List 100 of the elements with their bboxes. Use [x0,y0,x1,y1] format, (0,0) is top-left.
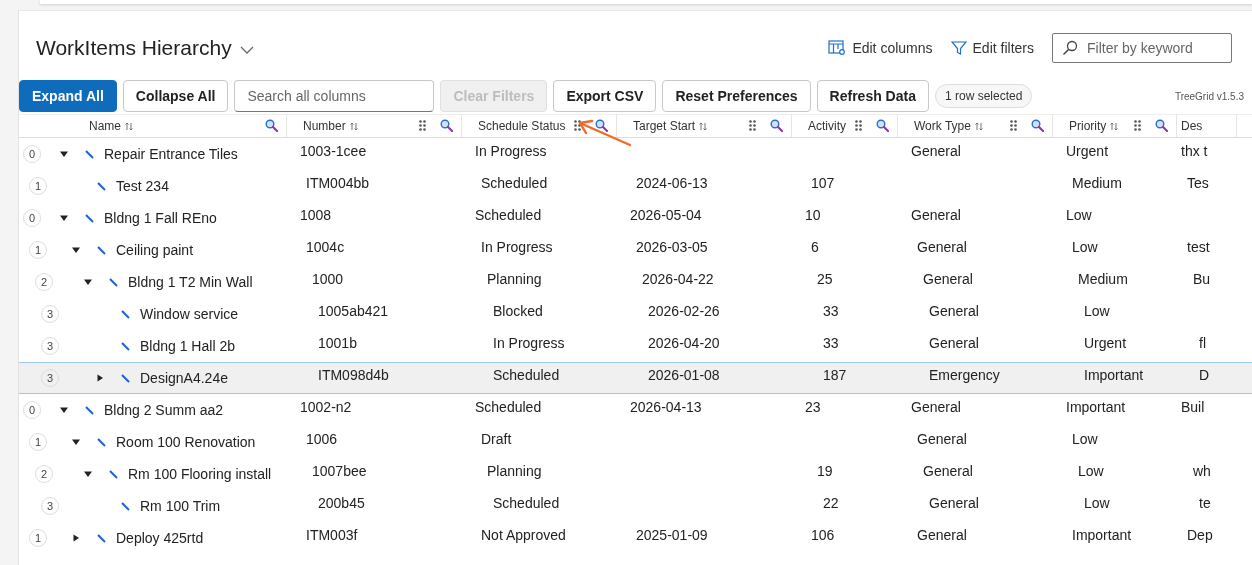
table-cell: Scheduled [481,175,548,191]
pencil-icon[interactable] [97,437,106,447]
search-icon[interactable] [265,119,278,132]
table-cell: test [1187,239,1210,255]
chevron-down-icon[interactable] [239,45,254,55]
pencil-icon[interactable] [85,213,94,223]
pencil-icon[interactable] [97,245,106,255]
table-cell: ITM004bb [306,175,370,191]
column-header[interactable]: Des [1181,119,1203,133]
table-cell: General [911,399,961,415]
edit-filters-button[interactable]: Edit filters [950,40,1034,56]
column-header[interactable]: Target Start [633,119,696,133]
table-cell: 1000 [312,271,344,287]
table-cell: Low [1084,495,1110,511]
table-cell: General [923,271,973,287]
pencil-icon[interactable] [85,149,94,159]
column-header[interactable]: Number [303,119,346,133]
table-cell: General [929,303,979,319]
table-cell: 6 [811,239,819,255]
keyword-filter-field[interactable]: Filter by keyword [1052,33,1232,63]
name-cell: Window service [140,306,239,322]
caret-down-icon[interactable] [83,277,93,287]
column-header[interactable]: Work Type [914,119,971,133]
name-cell: Repair Entrance Tiles [104,146,238,162]
search-icon[interactable] [1031,119,1044,132]
table-cell: 1007bee [312,463,367,479]
drag-handle-icon[interactable] [1134,120,1141,131]
table-cell: 2026-03-05 [636,239,708,255]
table-cell: Urgent [1084,335,1127,351]
caret-down-icon[interactable] [59,405,69,415]
column-header[interactable]: Schedule Status [478,119,566,133]
search-icon[interactable] [876,119,889,132]
table-cell: 2026-04-20 [648,335,720,351]
table-cell: 200b45 [318,495,365,511]
selection-count-badge: 1 row selected [934,84,1033,108]
table-cell: ITM003f [306,527,358,543]
table-cell: General [929,335,979,351]
drag-handle-icon[interactable] [419,120,426,131]
drag-handle-icon[interactable] [749,120,756,131]
table-cell: Low [1066,207,1092,223]
search-icon[interactable] [770,119,783,132]
pencil-icon[interactable] [85,405,94,415]
name-cell: Test 234 [116,178,169,194]
caret-down-icon[interactable] [59,149,69,159]
search-field[interactable]: Search all columns [234,80,435,112]
table-cell: In Progress [493,335,565,351]
pencil-icon[interactable] [121,309,130,319]
table-cell: 1008 [300,207,332,223]
table-cell: General [917,527,967,543]
pencil-icon[interactable] [97,181,106,191]
table-cell: 33 [823,335,839,351]
drag-handle-icon[interactable] [855,120,862,131]
version-label: TreeGrid v1.5.3 [1174,90,1244,102]
toolbar-button[interactable]: Collapse All [122,80,229,112]
sort-icon[interactable] [349,121,358,131]
column-header[interactable]: Priority [1069,119,1107,133]
pencil-icon[interactable] [121,341,130,351]
sort-icon[interactable] [699,121,708,131]
table-cell: 23 [805,399,821,415]
caret-down-icon[interactable] [59,213,69,223]
column-header[interactable]: Activity [808,119,846,133]
pencil-icon[interactable] [97,533,106,543]
search-icon[interactable] [440,119,453,132]
drag-handle-icon[interactable] [574,120,581,131]
pencil-icon[interactable] [109,469,118,479]
table-cell: 22 [823,495,839,511]
toolbar-button[interactable]: Refresh Data [816,80,929,112]
caret-down-icon[interactable] [71,245,81,255]
sort-icon[interactable] [974,121,983,131]
column-header[interactable]: Name [89,119,121,133]
caret-right-icon[interactable] [95,373,105,383]
name-cell: Bldng 1 T2 Min Wall [128,274,253,290]
search-icon[interactable] [1155,119,1168,132]
caret-down-icon[interactable] [83,469,93,479]
toolbar-button[interactable]: Export CSV [553,80,657,112]
table-cell: General [911,207,961,223]
pencil-icon[interactable] [109,277,118,287]
table-cell: Buil [1181,399,1205,415]
caret-right-icon[interactable] [71,533,81,543]
drag-handle-icon[interactable] [1010,120,1017,131]
table-cell: Important [1066,399,1126,415]
table-cell: wh [1193,463,1211,479]
selected-row[interactable]: 3 DesignA4.24e ITM098d4b Scheduled 2026-01-08 187 Emergency Important D [19,362,1252,394]
table-cell: 25 [817,271,833,287]
sort-icon[interactable] [125,121,133,131]
table-cell: Low [1078,463,1104,479]
pencil-icon[interactable] [121,373,130,383]
table-cell: Draft [481,431,512,447]
table-cell: 10 [805,207,821,223]
table-cell: Scheduled [493,495,560,511]
table-cell: 1001b [318,335,357,351]
table-cell: Tes [1187,175,1209,191]
toolbar-button[interactable]: Reset Preferences [662,80,811,112]
toolbar-button[interactable]: Expand All [19,80,117,112]
caret-down-icon[interactable] [71,437,81,447]
search-icon[interactable] [595,119,608,132]
edit-columns-button[interactable]: Edit columns [828,40,933,56]
sort-icon[interactable] [1110,121,1119,131]
pencil-icon[interactable] [121,501,130,511]
table-cell: Bu [1193,271,1211,287]
